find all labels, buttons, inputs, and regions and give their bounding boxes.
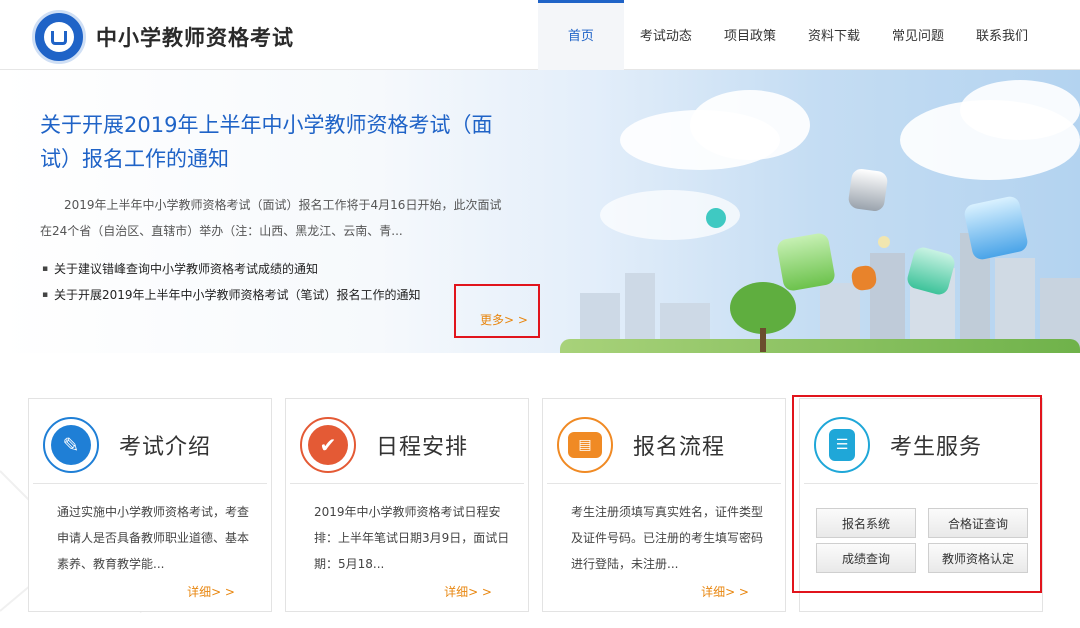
tree-trunk: [760, 328, 766, 352]
main-nav: 首页 考试动态 项目政策 资料下载 常见问题 联系我们: [537, 0, 1044, 70]
cube-decoration: [878, 236, 890, 248]
card-title[interactable]: 报名流程: [633, 429, 725, 461]
city-skyline: [870, 253, 905, 353]
detail-link[interactable]: 详细> >: [701, 583, 749, 600]
notice-link[interactable]: 关于建议错峰查询中小学教师资格考试成绩的通知: [42, 256, 421, 282]
cloud-decoration: [690, 90, 810, 160]
notice-summary: 2019年上半年中小学教师资格考试（面试）报名工作将于4月16日开始，此次面试在…: [40, 198, 502, 238]
cube-decoration: [775, 231, 837, 293]
cube-decoration: [847, 167, 889, 213]
more-link[interactable]: 更多> >: [480, 311, 528, 328]
notice-link-list: 关于建议错峰查询中小学教师资格考试成绩的通知 关于开展2019年上半年中小学教师…: [42, 256, 421, 308]
tree-decoration: [730, 282, 796, 334]
card-registration-process: ▤ 报名流程 考生注册须填写真实姓名，证件类型及证件号码。已注册的考生填写密码进…: [542, 398, 786, 612]
book-icon: [51, 31, 67, 45]
nav-item-contact[interactable]: 联系我们: [960, 0, 1044, 70]
card-title[interactable]: 日程安排: [376, 429, 468, 461]
card-text: 考生注册须填写真实姓名，证件类型及证件号码。已注册的考生填写密码进行登陆，未注册…: [571, 505, 764, 571]
detail-link[interactable]: 详细> >: [444, 583, 492, 600]
document-edit-icon: ✎: [51, 425, 91, 465]
highlight-box-services: [792, 395, 1042, 593]
id-card-icon: ▤: [568, 432, 602, 458]
card-icon-ring: ✔: [300, 417, 356, 473]
site-title[interactable]: 中小学教师资格考试: [96, 22, 294, 52]
notice-link[interactable]: 关于开展2019年上半年中小学教师资格考试（笔试）报名工作的通知: [42, 282, 421, 308]
nav-item-downloads[interactable]: 资料下载: [792, 0, 876, 70]
nav-item-exam-news[interactable]: 考试动态: [624, 0, 708, 70]
cube-decoration: [962, 194, 1030, 262]
card-icon-ring: ▤: [557, 417, 613, 473]
nav-item-home[interactable]: 首页: [537, 0, 624, 70]
checkmark-icon: ✔: [308, 425, 348, 465]
card-divider: [290, 483, 524, 484]
card-icon-ring: ✎: [43, 417, 99, 473]
card-schedule: ✔ 日程安排 2019年中小学教师资格考试日程安排：上半年笔试日期3月9日，面试…: [285, 398, 529, 612]
card-divider: [547, 483, 781, 484]
header: 中小学教师资格考试 首页 考试动态 项目政策 资料下载 常见问题 联系我们: [0, 0, 1080, 70]
notice-title[interactable]: 关于开展2019年上半年中小学教师资格考试（面试）报名工作的通知: [40, 108, 510, 176]
logo[interactable]: [32, 10, 86, 64]
nav-item-faq[interactable]: 常见问题: [876, 0, 960, 70]
card-text: 通过实施中小学教师资格考试，考查申请人是否具备教师职业道德、基本素养、教育教学能…: [57, 505, 250, 571]
grass: [560, 339, 1080, 353]
detail-link[interactable]: 详细> >: [187, 583, 235, 600]
card-exam-intro: ✎ 考试介绍 通过实施中小学教师资格考试，考查申请人是否具备教师职业道德、基本素…: [28, 398, 272, 612]
card-title[interactable]: 考试介绍: [119, 429, 211, 461]
card-divider: [33, 483, 267, 484]
card-text: 2019年中小学教师资格考试日程安排：上半年笔试日期3月9日，面试日期：5月18…: [314, 505, 510, 571]
nav-item-policy[interactable]: 项目政策: [708, 0, 792, 70]
cloud-decoration: [960, 80, 1080, 140]
